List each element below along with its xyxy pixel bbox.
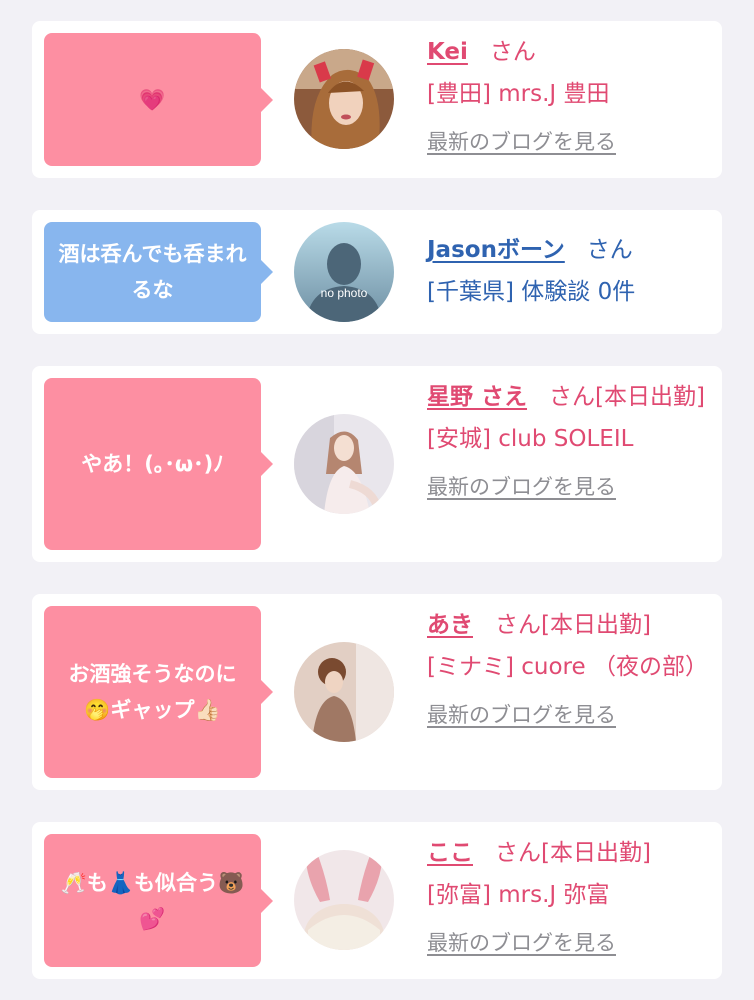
avatar-photo	[294, 414, 394, 514]
latest-blog-link[interactable]: 最新のブログを見る	[427, 130, 616, 154]
honorific: さん	[586, 237, 633, 263]
profile-info: 星野 さえ さん[本日出勤] [安城] club SOLEIL 最新のブログを見る	[427, 376, 712, 508]
avatar-photo	[294, 49, 394, 149]
avatar[interactable]	[294, 414, 394, 514]
profile-name-link[interactable]: 星野 さえ	[427, 384, 527, 410]
honorific: さん	[489, 39, 536, 65]
message-bubble: 💗	[44, 33, 273, 166]
profile-info: Jasonボーン さん [千葉県] 体験談 0件	[427, 229, 712, 313]
message-text: 💗	[139, 87, 166, 112]
message-bubble: お酒強そうなのに🤭ギャップ👍🏻	[44, 606, 273, 778]
profile-name-link[interactable]: あき	[427, 612, 473, 638]
profile-name-link[interactable]: Kei	[427, 39, 468, 65]
message-card: お酒強そうなのに🤭ギャップ👍🏻 あき さん[本日出勤] [ミナミ] cuore （…	[32, 594, 722, 790]
message-text: 酒は呑んでも呑まれるな	[58, 242, 247, 302]
profile-name-link[interactable]: Jasonボーン	[427, 237, 565, 263]
profile-name-link[interactable]: ここ	[427, 840, 473, 866]
message-text: 🥂も👗も似合う🐻💕	[60, 870, 245, 931]
shop-name: [豊田] mrs.J 豊田	[427, 81, 610, 107]
honorific: さん[本日出勤]	[549, 384, 705, 410]
message-card: 酒は呑んでも呑まれるな no photo Jasonボーン さん [千葉県] 体験…	[32, 210, 722, 334]
avatar[interactable]	[294, 642, 394, 742]
profile-info: あき さん[本日出勤] [ミナミ] cuore （夜の部） 最新のブログを見る	[427, 604, 712, 736]
latest-blog-link[interactable]: 最新のブログを見る	[427, 931, 616, 955]
message-bubble: 酒は呑んでも呑まれるな	[44, 222, 273, 322]
message-text: やあ！(｡･ω･)ﾉ	[81, 452, 224, 476]
message-card: 💗 Kei さん [豊田] mrs.J 豊田 最新のブログを見る	[32, 21, 722, 178]
profile-info: ここ さん[本日出勤] [弥富] mrs.J 弥富 最新のブログを見る	[427, 832, 712, 964]
message-card: やあ！(｡･ω･)ﾉ 星野 さえ さん[本日出勤] [安城] club SOLEI…	[32, 366, 722, 562]
message-card: 🥂も👗も似合う🐻💕 ここ さん[本日出勤] [弥富] mrs.J 弥富 最新のブロ…	[32, 822, 722, 979]
shop-name: [安城] club SOLEIL	[427, 426, 634, 452]
avatar-photo	[294, 642, 394, 742]
no-photo-avatar	[294, 222, 394, 322]
avatar-photo	[294, 850, 394, 950]
latest-blog-link[interactable]: 最新のブログを見る	[427, 475, 616, 499]
message-bubble: やあ！(｡･ω･)ﾉ	[44, 378, 273, 550]
message-bubble: 🥂も👗も似合う🐻💕	[44, 834, 273, 967]
no-photo-label: no photo	[320, 286, 368, 300]
shop-name: [ミナミ] cuore （夜の部）	[427, 654, 708, 680]
honorific: さん[本日出勤]	[495, 612, 651, 638]
profile-info: Kei さん [豊田] mrs.J 豊田 最新のブログを見る	[427, 31, 712, 163]
shop-name: [弥富] mrs.J 弥富	[427, 882, 610, 908]
honorific: さん[本日出勤]	[495, 840, 651, 866]
message-text: お酒強そうなのに🤭ギャップ👍🏻	[68, 662, 237, 722]
avatar[interactable]	[294, 49, 394, 149]
avatar[interactable]: no photo	[294, 222, 394, 322]
avatar[interactable]	[294, 850, 394, 950]
shop-name: [千葉県] 体験談 0件	[427, 279, 636, 305]
latest-blog-link[interactable]: 最新のブログを見る	[427, 703, 616, 727]
